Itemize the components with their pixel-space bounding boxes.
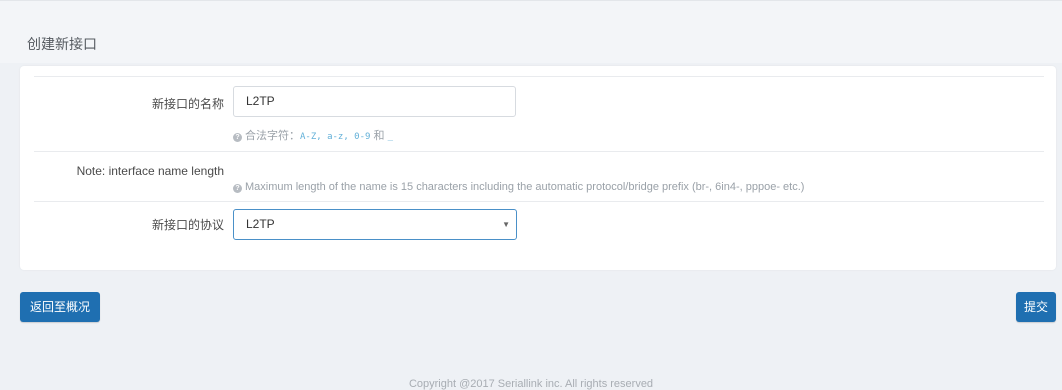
protocol-select-value: L2TP — [246, 217, 275, 231]
length-hint: ? Maximum length of the name is 15 charac… — [233, 181, 804, 193]
hint-and: 和 — [373, 130, 385, 142]
info-icon: ? — [233, 133, 242, 142]
name-label: 新接口的名称 — [151, 97, 224, 111]
divider — [34, 76, 1044, 77]
protocol-select[interactable]: L2TP ▼ — [233, 209, 517, 240]
protocol-label: 新接口的协议 — [151, 218, 224, 232]
hint-chars: A-Z, a-z, 0-9 — [300, 132, 371, 142]
chevron-down-icon: ▼ — [502, 220, 510, 229]
length-hint-text: Maximum length of the name is 15 charact… — [245, 181, 805, 193]
form-card: 新接口的名称 L2TP ? 合法字符：A-Z, a-z, 0-9 和 _ Note… — [20, 66, 1056, 270]
length-label: Note: interface name length — [76, 164, 224, 178]
name-input[interactable]: L2TP — [233, 86, 516, 117]
hint-prefix: 合法字符： — [245, 130, 300, 142]
page-header — [0, 0, 1062, 63]
name-hint: ? 合法字符：A-Z, a-z, 0-9 和 _ — [233, 127, 393, 143]
hint-underscore: _ — [387, 132, 393, 142]
info-icon: ? — [233, 184, 242, 193]
divider — [34, 201, 1044, 202]
footer-copyright: Copyright @2017 Seriallink inc. All righ… — [408, 378, 654, 390]
page-title: 创建新接口 — [27, 36, 97, 52]
submit-button[interactable]: 提交 — [1016, 292, 1056, 322]
back-to-overview-button[interactable]: 返回至概况 — [20, 292, 100, 322]
divider — [34, 151, 1044, 152]
